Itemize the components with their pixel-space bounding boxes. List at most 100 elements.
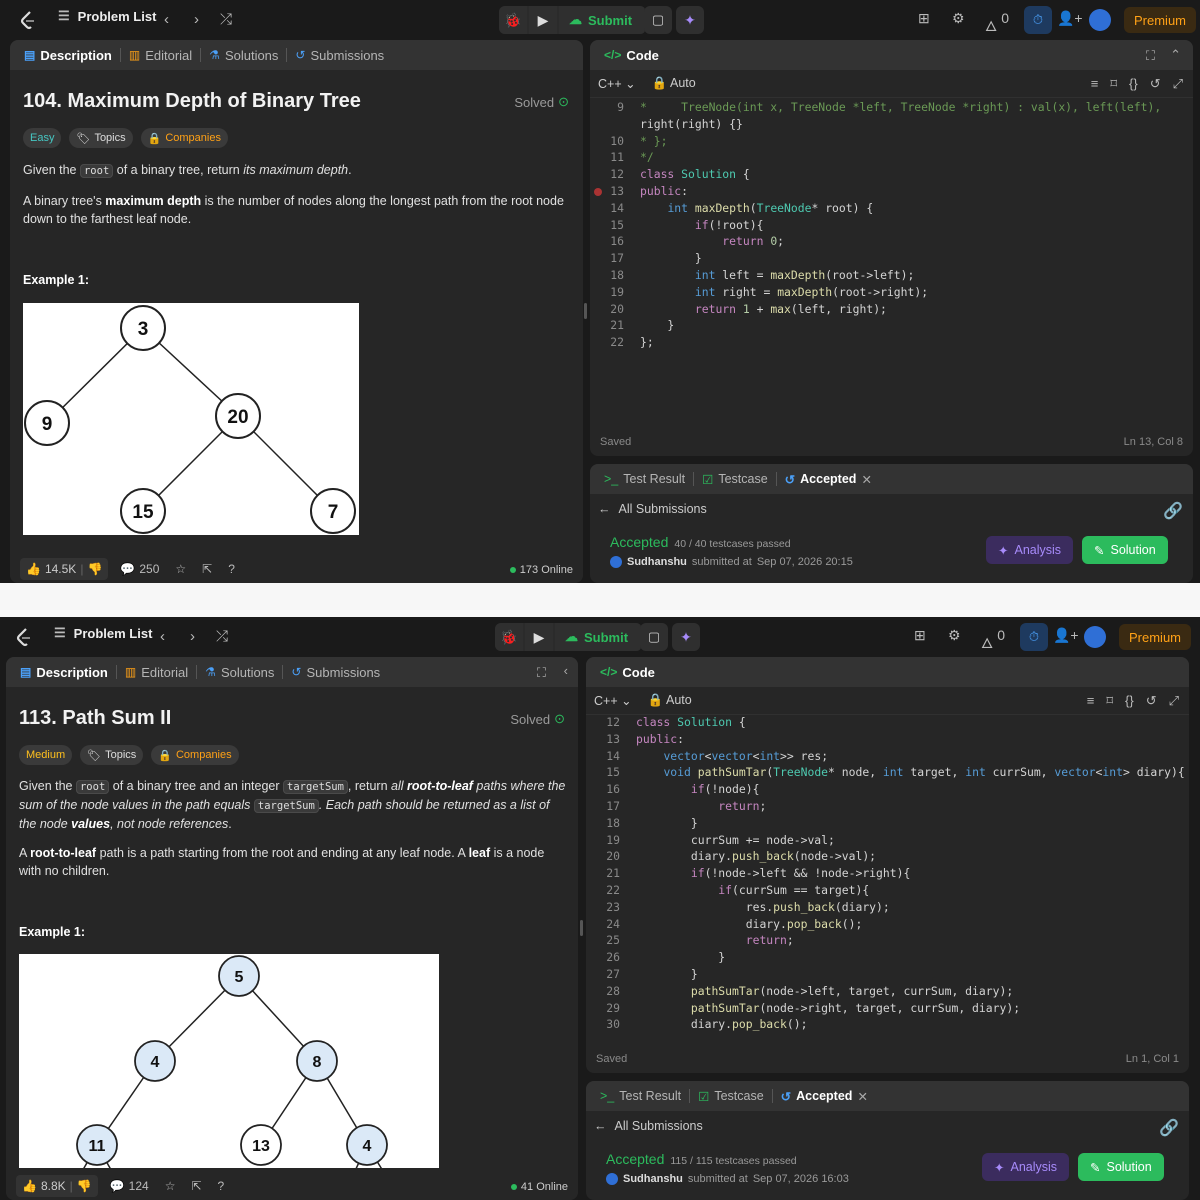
- code-line[interactable]: 30 diary.pop_back();: [586, 1017, 1189, 1034]
- code-line[interactable]: 21 if(!node->left && !node->right){: [586, 866, 1189, 883]
- maximize-icon[interactable]: ⛶: [537, 665, 546, 681]
- code-line[interactable]: 28 pathSumTar(node->left, target, currSu…: [586, 984, 1189, 1001]
- prev-problem-icon[interactable]: ‹: [160, 628, 165, 645]
- expand-icon[interactable]: ⤢: [1173, 76, 1183, 92]
- thumbs-down-icon[interactable]: 👎: [87, 562, 102, 576]
- code-line[interactable]: 19 currSum += node->val;: [586, 833, 1189, 850]
- language-select[interactable]: C++ ⌄: [598, 76, 636, 91]
- close-icon[interactable]: ✕: [857, 1089, 867, 1104]
- code-line[interactable]: 16 if(!node){: [586, 782, 1189, 799]
- layout-icon[interactable]: ⊞: [918, 10, 930, 27]
- bookmark-icon[interactable]: ⌑: [1106, 693, 1113, 709]
- ai-sparkle-icon[interactable]: ✦: [676, 6, 704, 34]
- breakpoint-dot[interactable]: [594, 188, 602, 196]
- timer-icon[interactable]: ⏱: [1024, 6, 1052, 34]
- add-friend-icon[interactable]: 👤+: [1053, 627, 1079, 644]
- solution-button[interactable]: ✎ Solution: [1082, 536, 1168, 564]
- link-icon[interactable]: 🔗: [1159, 1118, 1179, 1138]
- help-icon[interactable]: ?: [214, 1179, 229, 1193]
- tab-editorial[interactable]: ▥ Editorial: [119, 657, 194, 687]
- maximize-icon[interactable]: ⛶: [1146, 48, 1155, 64]
- debug-icon[interactable]: 🐞: [495, 623, 523, 651]
- tab-description[interactable]: ▤ Description: [14, 657, 114, 687]
- close-icon[interactable]: ✕: [861, 472, 871, 487]
- like-button[interactable]: 👍 14.5K | 👎: [20, 558, 109, 580]
- tab-submissions[interactable]: ↺ Submissions: [285, 657, 386, 687]
- code-line[interactable]: 20 return 1 + max(left, right);: [590, 302, 1193, 319]
- reset-icon[interactable]: ↺: [1146, 693, 1157, 709]
- problem-list-button[interactable]: ☰ Problem List: [54, 625, 152, 641]
- code-line[interactable]: 19 int right = maxDepth(root->right);: [590, 285, 1193, 302]
- streak-counter[interactable]: 🜂 0: [985, 10, 1009, 39]
- tab-testcase[interactable]: ☑ Testcase: [692, 1081, 770, 1111]
- code-line[interactable]: 18 }: [586, 816, 1189, 833]
- language-select[interactable]: C++ ⌄: [594, 693, 632, 708]
- autocomplete-toggle[interactable]: 🔒 Auto: [652, 76, 696, 91]
- thumbs-down-icon[interactable]: 👎: [77, 1179, 92, 1193]
- tab-description[interactable]: ▤ Description: [18, 40, 118, 70]
- code-line[interactable]: 26 }: [586, 950, 1189, 967]
- settings-gear-icon[interactable]: ⚙: [948, 627, 961, 644]
- analysis-button[interactable]: ✦ Analysis: [982, 1153, 1070, 1181]
- debug-icon[interactable]: 🐞: [499, 6, 527, 34]
- notes-icon[interactable]: ▢: [640, 623, 668, 651]
- tab-solutions[interactable]: ⚗ Solutions: [199, 657, 280, 687]
- code-line[interactable]: 25 return;: [586, 933, 1189, 950]
- comments-button[interactable]: 💬 250: [116, 562, 163, 576]
- next-problem-icon[interactable]: ›: [190, 628, 195, 645]
- code-line[interactable]: 10 * };: [590, 134, 1193, 151]
- code-line[interactable]: 27 }: [586, 967, 1189, 984]
- user-avatar[interactable]: [1084, 626, 1106, 648]
- code-line[interactable]: 18 int left = maxDepth(root->left);: [590, 268, 1193, 285]
- panel-resize-handle[interactable]: [580, 920, 583, 936]
- tab-submissions[interactable]: ↺ Submissions: [289, 40, 390, 70]
- add-friend-icon[interactable]: 👤+: [1057, 10, 1083, 27]
- premium-button[interactable]: Premium: [1119, 624, 1192, 650]
- code-line[interactable]: 20 diary.push_back(node->val);: [586, 849, 1189, 866]
- settings-gear-icon[interactable]: ⚙: [952, 10, 965, 27]
- layout-icon[interactable]: ⊞: [914, 627, 926, 644]
- streak-counter[interactable]: 🜂 0: [981, 627, 1005, 656]
- tab-code[interactable]: </> Code: [594, 657, 661, 687]
- panel-resize-handle[interactable]: [584, 303, 587, 319]
- code-line[interactable]: 15 void pathSumTar(TreeNode* node, int t…: [586, 765, 1189, 782]
- star-icon[interactable]: ☆: [171, 562, 190, 576]
- next-problem-icon[interactable]: ›: [194, 11, 199, 28]
- user-avatar[interactable]: [1089, 9, 1111, 31]
- reset-icon[interactable]: ↺: [1150, 76, 1161, 92]
- link-icon[interactable]: 🔗: [1163, 501, 1183, 521]
- shuffle-icon[interactable]: ⤮: [216, 628, 228, 645]
- code-line[interactable]: 22 if(currSum == target){: [586, 883, 1189, 900]
- help-icon[interactable]: ?: [224, 562, 239, 576]
- code-line[interactable]: 24 diary.pop_back();: [586, 917, 1189, 934]
- tab-test-result[interactable]: >_ Test Result: [598, 464, 691, 494]
- tab-accepted[interactable]: ↺ Accepted ✕: [779, 464, 878, 494]
- companies-chip[interactable]: 🔒 Companies: [151, 745, 239, 765]
- expand-icon[interactable]: ⤢: [1169, 693, 1179, 709]
- comments-button[interactable]: 💬 124: [106, 1179, 153, 1193]
- leetcode-logo-icon[interactable]: [18, 10, 38, 30]
- code-line[interactable]: 21 }: [590, 318, 1193, 335]
- braces-icon[interactable]: {}: [1125, 693, 1134, 709]
- run-icon[interactable]: ▶: [525, 623, 553, 651]
- tab-test-result[interactable]: >_ Test Result: [594, 1081, 687, 1111]
- ai-sparkle-icon[interactable]: ✦: [672, 623, 700, 651]
- submit-button[interactable]: ☁ Submit: [559, 6, 645, 34]
- braces-icon[interactable]: {}: [1129, 76, 1138, 92]
- code-line[interactable]: 14 int maxDepth(TreeNode* root) {: [590, 201, 1193, 218]
- companies-chip[interactable]: 🔒 Companies: [140, 128, 228, 148]
- code-line[interactable]: 17 return;: [586, 799, 1189, 816]
- all-submissions-link[interactable]: ← All Submissions: [594, 1119, 703, 1133]
- code-line[interactable]: 13 public:: [590, 184, 1193, 201]
- analysis-button[interactable]: ✦ Analysis: [986, 536, 1074, 564]
- collapse-icon[interactable]: ⌃: [1170, 47, 1181, 63]
- topics-chip[interactable]: 🏷 Topics: [80, 745, 144, 765]
- code-line[interactable]: 9 * TreeNode(int x, TreeNode *left, TreeN…: [590, 100, 1193, 117]
- premium-button[interactable]: Premium: [1124, 7, 1197, 33]
- username[interactable]: Sudhanshu: [623, 1173, 683, 1185]
- tab-accepted[interactable]: ↺ Accepted ✕: [775, 1081, 874, 1111]
- code-line[interactable]: 17 }: [590, 251, 1193, 268]
- leetcode-logo-icon[interactable]: [14, 627, 34, 647]
- all-submissions-link[interactable]: ← All Submissions: [598, 502, 707, 516]
- code-line[interactable]: 23 res.push_back(diary);: [586, 900, 1189, 917]
